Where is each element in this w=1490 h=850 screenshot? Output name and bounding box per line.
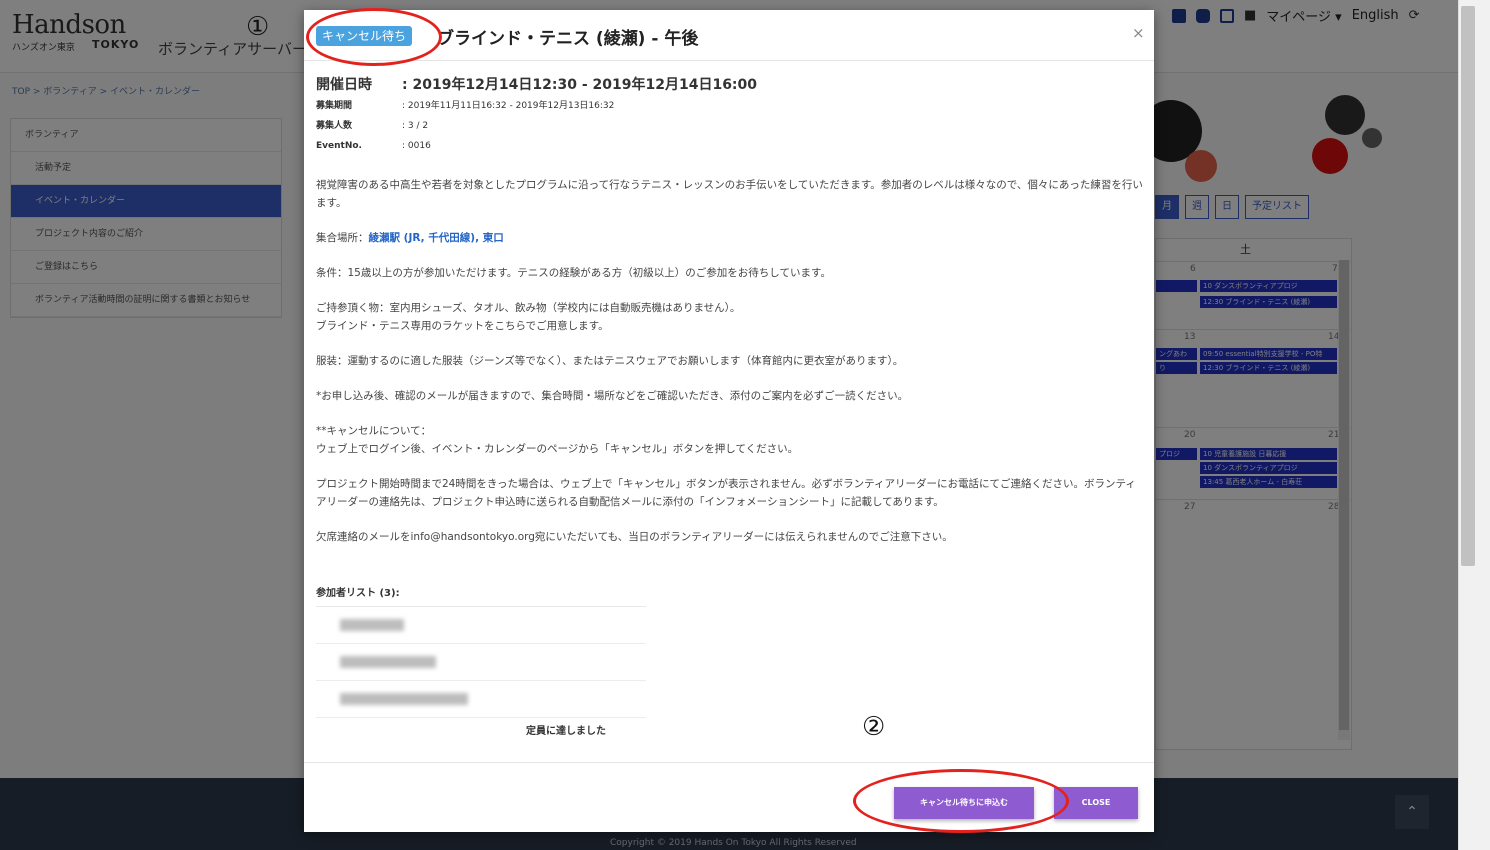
participant-list: 参加者リスト (3): — [316, 582, 646, 718]
meeting-place-link[interactable]: 綾瀬駅 (JR, 千代田線), 東口 — [369, 232, 504, 244]
event-detail-modal: キャンセル待ち ブラインド・テニス (綾瀬) - 午後 × 開催日時 : 201… — [304, 10, 1154, 832]
info-label: 募集人数 — [316, 121, 353, 131]
description-paragraph: **キャンセルについて： ウェブ上でログイン後、イベント・カレンダーのページから「… — [316, 422, 1144, 458]
event-info: 開催日時 : 2019年12月14日12:30 - 2019年12月14日16:… — [316, 74, 757, 156]
description-line: ウェブ上でログイン後、イベント・カレンダーのページから「キャンセル」ボタンを押し… — [316, 443, 799, 455]
description-paragraph: *お申し込み後、確認のメールが届きますので、集合時間・場所などをご確認いただき、… — [316, 390, 909, 402]
description-line: **キャンセルについて： — [316, 425, 432, 437]
close-icon[interactable]: × — [1132, 24, 1145, 42]
annotation-number-one: ① — [246, 12, 270, 42]
annotation-ring-apply — [853, 769, 1069, 833]
description-line: ご持参頂く物：室内用シューズ、タオル、飲み物（学校内には自動販売機はありません）… — [316, 302, 741, 314]
participant-row — [316, 644, 646, 681]
description-paragraph: プロジェクト開始時間まで24時間をきった場合は、ウェブ上で「キャンセル」ボタンが… — [316, 478, 1136, 508]
annotation-number-two: ② — [862, 712, 886, 742]
meeting-place-label: 集合場所： — [316, 232, 369, 244]
participant-row — [316, 607, 646, 644]
info-value: : 2019年12月14日12:30 - 2019年12月14日16:00 — [402, 77, 758, 93]
blurred-name — [340, 656, 436, 668]
meeting-place: 集合場所：綾瀬駅 (JR, 千代田線), 東口 — [316, 229, 1144, 247]
info-label: 募集期間 — [316, 101, 353, 111]
participant-row — [316, 681, 646, 718]
blurred-name — [340, 619, 404, 631]
modal-title: ブラインド・テニス (綾瀬) - 午後 — [437, 29, 699, 49]
description-paragraph: 視覚障害のある中高生や若者を対象としたプログラムに沿って行なうテニス・レッスンの… — [316, 179, 1143, 209]
info-label: 開催日時 — [316, 77, 372, 93]
description-paragraph: 欠席連絡のメールをinfo@handsontokyo.org宛にいただいても、当… — [316, 531, 953, 543]
info-row-event-no: EventNo. : 0016 — [316, 136, 757, 156]
info-label: EventNo. — [316, 141, 362, 151]
blurred-name — [340, 693, 468, 705]
capacity-full-notice: 定員に達しました — [526, 726, 606, 737]
info-row-period: 募集期間 : 2019年11月11日16:32 - 2019年12月13日16:… — [316, 96, 757, 116]
description-paragraph: 条件：15歳以上の方が参加いただけます。テニスの経験がある方（初級以上）のご参加… — [316, 267, 831, 279]
description-paragraph: 服装：運動するのに適した服装（ジーンズ等でなく）、またはテニスウェアでお願いしま… — [316, 355, 904, 367]
description-line: ブラインド・テニス専用のラケットをこちらでご用意します。 — [316, 320, 609, 332]
window-scroll-thumb[interactable] — [1461, 6, 1475, 566]
annotation-ring-badge — [306, 8, 442, 66]
event-description: 視覚障害のある中高生や若者を対象としたプログラムに沿って行なうテニス・レッスンの… — [316, 176, 1144, 563]
info-value: : 3 / 2 — [402, 121, 429, 131]
info-row-count: 募集人数 : 3 / 2 — [316, 116, 757, 136]
info-value: : 2019年11月11日16:32 - 2019年12月13日16:32 — [402, 101, 615, 111]
info-value: : 0016 — [402, 141, 431, 151]
info-row-date: 開催日時 : 2019年12月14日12:30 - 2019年12月14日16:… — [316, 74, 757, 96]
description-paragraph: ご持参頂く物：室内用シューズ、タオル、飲み物（学校内には自動販売機はありません）… — [316, 299, 1144, 335]
participant-list-title: 参加者リスト (3): — [316, 582, 646, 607]
